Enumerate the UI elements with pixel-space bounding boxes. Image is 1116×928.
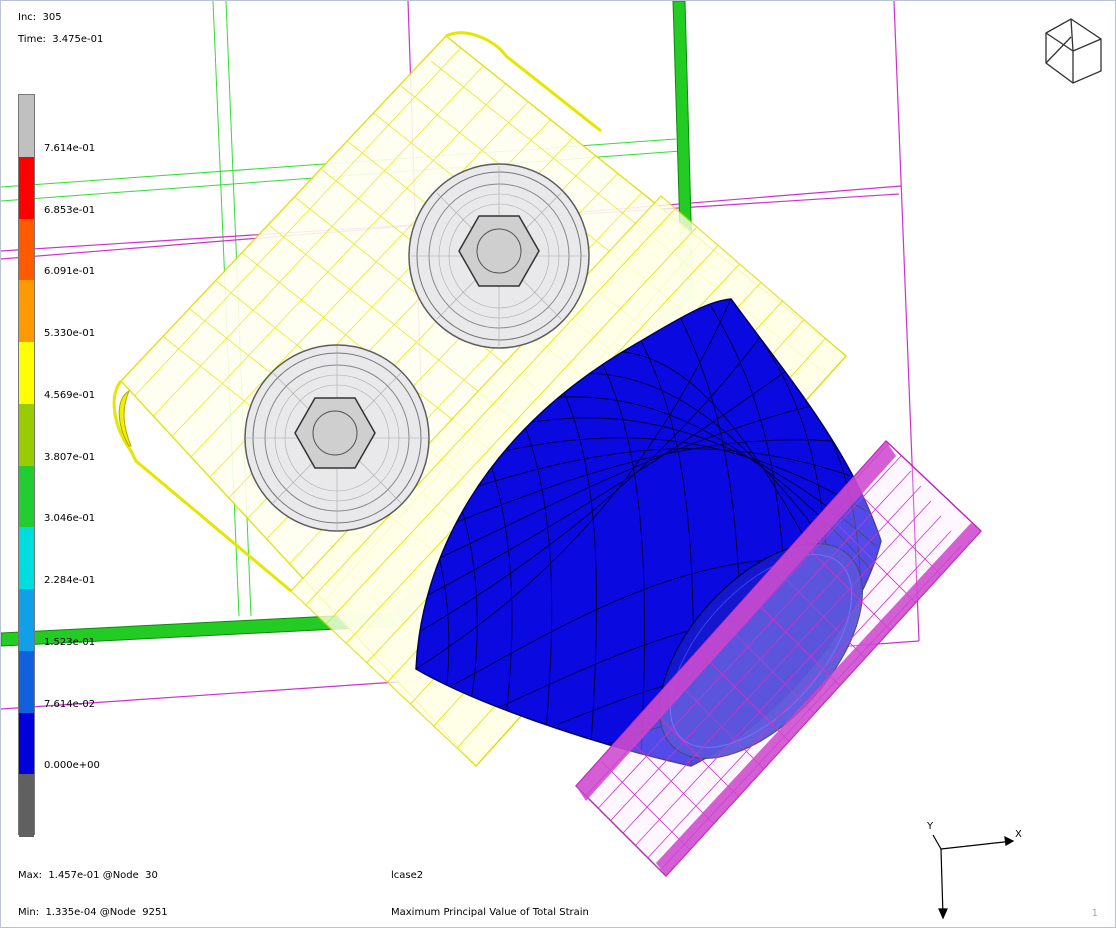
legend-band bbox=[19, 403, 34, 466]
legend-tick-label: 3.046e-01 bbox=[44, 513, 96, 525]
legend-band bbox=[19, 280, 34, 343]
legend-band bbox=[19, 589, 34, 652]
legend-tick-label: 7.614e-02 bbox=[44, 698, 96, 710]
legend-band bbox=[19, 712, 34, 775]
legend-tick-label: 6.091e-01 bbox=[44, 266, 96, 278]
min-value-readout: Min: 1.335e-04 @Node 9251 bbox=[18, 907, 168, 918]
max-value-readout: Max: 1.457e-01 @Node 30 bbox=[18, 870, 158, 881]
legend-tick-label: 3.807e-01 bbox=[44, 451, 96, 463]
legend-band bbox=[19, 465, 34, 528]
graphics-viewport[interactable]: Inc: 305 Time: 3.475e-01 Y X Max: 1.457e… bbox=[0, 0, 1116, 928]
bolt-lower bbox=[244, 344, 430, 532]
contour-legend-bar bbox=[18, 94, 35, 837]
axis-triad bbox=[932, 834, 1015, 920]
legend-band bbox=[19, 342, 34, 405]
view-orientation-cube-icon[interactable] bbox=[1045, 18, 1102, 84]
legend-band bbox=[19, 156, 34, 219]
legend-band bbox=[19, 95, 34, 158]
legend-tick-label: 7.614e-01 bbox=[44, 142, 96, 154]
legend-tick-label: 5.330e-01 bbox=[44, 328, 96, 339]
legend-tick-label: 4.569e-01 bbox=[44, 389, 96, 401]
axis-y-label: Y bbox=[927, 821, 934, 832]
increment-readout: Inc: 305 bbox=[18, 12, 62, 24]
legend-tick-label: 0.000e+00 bbox=[44, 760, 100, 772]
time-value: 3.475e-01 bbox=[52, 34, 104, 45]
legend-band bbox=[19, 527, 34, 590]
legend-band bbox=[19, 774, 34, 837]
result-quantity-name: Maximum Principal Value of Total Strain bbox=[391, 907, 589, 918]
legend-tick-label: 2.284e-01 bbox=[44, 575, 96, 586]
legend-band bbox=[19, 218, 34, 281]
time-readout: Time: 3.475e-01 bbox=[18, 34, 103, 46]
legend-band bbox=[19, 650, 34, 713]
window-page-number: 1 bbox=[1091, 908, 1098, 919]
bolt-upper bbox=[408, 163, 590, 349]
legend-tick-label: 6.853e-01 bbox=[44, 204, 96, 216]
legend-tick-label: 1.523e-01 bbox=[44, 636, 96, 648]
axis-x-label: X bbox=[1015, 829, 1022, 840]
inc-value: 305 bbox=[42, 12, 62, 23]
inc-label: Inc: bbox=[18, 12, 37, 23]
model-scene[interactable] bbox=[1, 1, 1115, 927]
time-label: Time: bbox=[18, 34, 46, 45]
loadcase-name: lcase2 bbox=[391, 870, 424, 881]
